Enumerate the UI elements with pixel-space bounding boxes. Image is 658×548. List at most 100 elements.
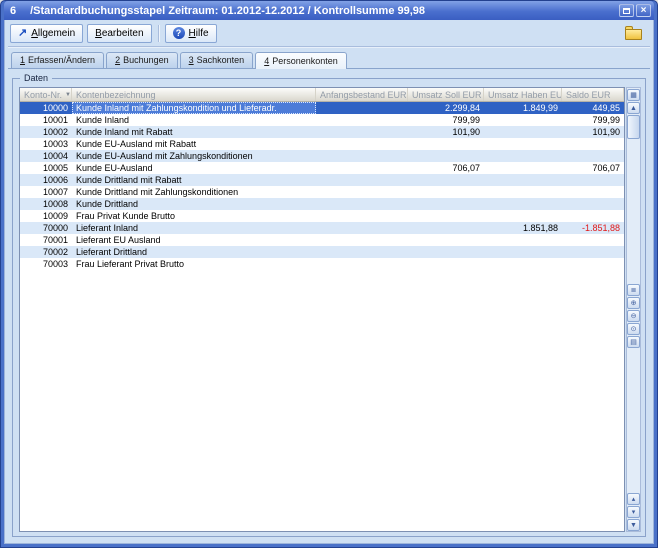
cell-haben[interactable] [484,186,562,198]
cell-konto[interactable]: 10004 [20,150,72,162]
cell-konto[interactable]: 70002 [20,246,72,258]
details-icon[interactable]: ▤ [627,336,640,348]
cell-soll[interactable]: 2.299,84 [408,102,484,114]
cell-saldo[interactable] [562,138,624,150]
cell-anfangsbestand[interactable] [316,186,408,198]
cell-soll[interactable] [408,258,484,270]
cell-bezeichnung[interactable]: Kunde Drittland mit Rabatt [72,174,316,186]
scroll-up-button[interactable]: ▲ [627,102,640,114]
scrollbar-track[interactable] [627,348,640,492]
table-row[interactable]: 10007Kunde Drittland mit Zahlungskonditi… [20,186,624,198]
restore-button[interactable] [619,4,634,17]
cell-haben[interactable] [484,150,562,162]
cell-bezeichnung[interactable]: Lieferant Inland [72,222,316,234]
cell-konto[interactable]: 10006 [20,174,72,186]
cell-konto[interactable]: 10003 [20,138,72,150]
tab-personenkonten[interactable]: 4Personenkonten [255,52,347,69]
cell-bezeichnung[interactable]: Kunde Drittland mit Zahlungskonditionen [72,186,316,198]
cell-haben[interactable]: 1.849,99 [484,102,562,114]
cell-haben[interactable] [484,174,562,186]
hilfe-button[interactable]: ? Hilfe [165,24,217,43]
cell-soll[interactable] [408,150,484,162]
cell-bezeichnung[interactable]: Kunde EU-Ausland [72,162,316,174]
cell-bezeichnung[interactable]: Kunde Inland mit Rabatt [72,126,316,138]
cell-haben[interactable] [484,234,562,246]
cell-haben[interactable] [484,162,562,174]
cell-soll[interactable] [408,198,484,210]
cell-bezeichnung[interactable]: Frau Privat Kunde Brutto [72,210,316,222]
cell-anfangsbestand[interactable] [316,102,408,114]
folder-button[interactable] [624,25,644,41]
cell-saldo[interactable]: 101,90 [562,126,624,138]
cell-bezeichnung[interactable]: Lieferant EU Ausland [72,234,316,246]
cell-soll[interactable] [408,186,484,198]
cell-konto[interactable]: 10007 [20,186,72,198]
cell-saldo[interactable] [562,210,624,222]
cell-saldo[interactable]: -1.851,88 [562,222,624,234]
cell-haben[interactable] [484,210,562,222]
column-header-saldo[interactable]: Saldo EUR [562,88,624,101]
table-row[interactable]: 10001Kunde Inland 799,99 799,99 [20,114,624,126]
cell-haben[interactable] [484,258,562,270]
table-row[interactable]: 70002Lieferant Drittland [20,246,624,258]
cell-soll[interactable]: 799,99 [408,114,484,126]
cell-haben[interactable] [484,138,562,150]
cell-haben[interactable] [484,198,562,210]
cell-haben[interactable] [484,114,562,126]
cell-konto[interactable]: 70003 [20,258,72,270]
cell-soll[interactable] [408,210,484,222]
cell-konto[interactable]: 10001 [20,114,72,126]
cell-bezeichnung[interactable]: Lieferant Drittland [72,246,316,258]
cell-bezeichnung[interactable]: Kunde Inland [72,114,316,126]
cell-soll[interactable] [408,234,484,246]
cell-soll[interactable] [408,174,484,186]
cell-saldo[interactable] [562,174,624,186]
scrollbar-thumb[interactable] [627,115,640,139]
cell-saldo[interactable] [562,246,624,258]
table-row[interactable]: 70001Lieferant EU Ausland [20,234,624,246]
cell-bezeichnung[interactable]: Frau Lieferant Privat Brutto [72,258,316,270]
cell-konto[interactable]: 10009 [20,210,72,222]
cell-konto[interactable]: 70000 [20,222,72,234]
cell-konto[interactable]: 10002 [20,126,72,138]
cell-saldo[interactable] [562,234,624,246]
cell-bezeichnung[interactable]: Kunde EU-Ausland mit Rabatt [72,138,316,150]
zoom-in-icon[interactable]: ⊕ [627,297,640,309]
page-down-button[interactable]: ▾ [627,506,640,518]
cell-saldo[interactable] [562,186,624,198]
table-row[interactable]: 10005Kunde EU-Ausland706,07706,07 [20,162,624,174]
cell-anfangsbestand[interactable] [316,246,408,258]
cell-konto[interactable]: 10000 [20,102,72,114]
cell-saldo[interactable] [562,150,624,162]
table-row[interactable]: 10003Kunde EU-Ausland mit Rabatt [20,138,624,150]
cell-anfangsbestand[interactable] [316,126,408,138]
table-row[interactable]: 10002Kunde Inland mit Rabatt 101,90 101,90 [20,126,624,138]
tab-buchungen[interactable]: 2Buchungen [106,52,178,68]
column-header-umsatz-soll[interactable]: Umsatz Soll EUR [408,88,484,101]
cell-haben[interactable] [484,126,562,138]
cell-saldo[interactable]: 799,99 [562,114,624,126]
column-header-kontenbezeichnung[interactable]: Kontenbezeichnung [72,88,316,101]
cell-anfangsbestand[interactable] [316,174,408,186]
table-row[interactable]: 10006Kunde Drittland mit Rabatt [20,174,624,186]
close-button[interactable]: × [636,4,651,17]
cell-saldo[interactable] [562,258,624,270]
cell-konto[interactable]: 10005 [20,162,72,174]
zoom-out-icon[interactable]: ⊖ [627,310,640,322]
bearbeiten-button[interactable]: Bearbeiten [87,24,151,43]
cell-haben[interactable] [484,246,562,258]
cell-anfangsbestand[interactable] [316,138,408,150]
cell-saldo[interactable] [562,198,624,210]
cell-soll[interactable]: 101,90 [408,126,484,138]
cell-bezeichnung[interactable]: Kunde EU-Ausland mit Zahlungskonditionen [72,150,316,162]
list-icon[interactable]: ≣ [627,284,640,296]
table-row[interactable]: 10000Kunde Inland mit Zahlungskondition … [20,102,624,114]
column-header-anfangsbestand[interactable]: Anfangsbestand EUR [316,88,408,101]
cell-anfangsbestand[interactable] [316,258,408,270]
cell-bezeichnung[interactable]: Kunde Inland mit Zahlungskondition und L… [72,102,316,114]
cell-soll[interactable] [408,138,484,150]
table-row[interactable]: 70000Lieferant Inland1.851,88-1.851,88 [20,222,624,234]
cell-anfangsbestand[interactable] [316,150,408,162]
cell-anfangsbestand[interactable] [316,222,408,234]
table-row[interactable]: 10004Kunde EU-Ausland mit Zahlungskondit… [20,150,624,162]
